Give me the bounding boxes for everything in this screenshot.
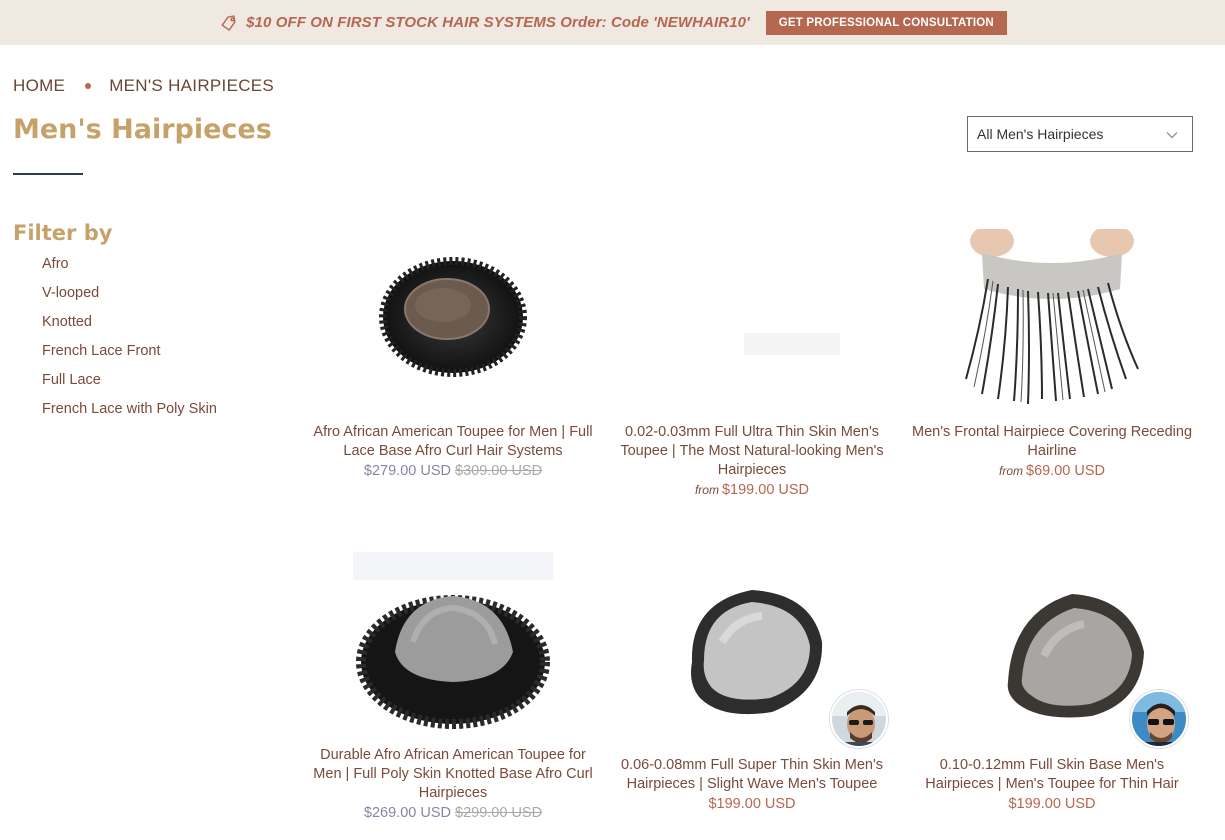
price: $69.00 USD — [1026, 463, 1105, 479]
collection-select-value: All Men's Hairpieces — [977, 126, 1104, 142]
product-image[interactable] — [353, 552, 553, 742]
filter-item-afro[interactable]: Afro — [42, 255, 217, 284]
price-from-label: from — [999, 464, 1023, 478]
breadcrumb-separator — [85, 83, 92, 89]
product-price: $199.00 USD — [612, 794, 892, 814]
page-title: Men's Hairpieces — [13, 114, 272, 145]
breadcrumb-home-link[interactable]: HOME — [13, 76, 65, 96]
original-price: $309.00 USD — [455, 463, 543, 479]
product-card[interactable]: Men's Frontal Hairpiece Covering Recedin… — [912, 225, 1192, 481]
product-name[interactable]: Afro African American Toupee for Men | F… — [313, 423, 593, 461]
product-price: from $69.00 USD — [912, 461, 1192, 481]
chevron-down-icon — [1166, 128, 1178, 140]
product-image[interactable] — [952, 572, 1188, 748]
original-price: $299.00 USD — [455, 805, 543, 821]
filter-item-v-looped[interactable]: V-looped — [42, 284, 217, 313]
product-name[interactable]: Durable Afro African American Toupee for… — [313, 746, 593, 803]
price-from-label: from — [694, 483, 719, 497]
title-divider — [13, 173, 83, 175]
product-price: from $199.00 USD — [612, 480, 892, 500]
product-image[interactable] — [652, 572, 888, 748]
promo-bar: $10 OFF ON FIRST STOCK HAIR SYSTEMS Orde… — [0, 0, 1225, 45]
filter-item-french-lace-front[interactable]: French Lace Front — [42, 342, 217, 371]
product-price: $199.00 USD — [912, 794, 1192, 814]
product-name[interactable]: 0.02-0.03mm Full Ultra Thin Skin Men's T… — [612, 423, 892, 480]
product-card[interactable]: 0.06-0.08mm Full Super Thin Skin Men's H… — [612, 572, 892, 814]
product-image[interactable] — [952, 225, 1152, 419]
reviewer-avatar — [830, 690, 888, 748]
breadcrumb-current: MEN'S HAIRPIECES — [109, 76, 275, 95]
tag-icon — [218, 12, 240, 34]
filter-item-french-lace-poly-skin[interactable]: French Lace with Poly Skin — [42, 400, 217, 429]
product-image[interactable] — [353, 229, 553, 419]
product-card[interactable]: 0.02-0.03mm Full Ultra Thin Skin Men's T… — [612, 229, 892, 500]
product-card[interactable]: Afro African American Toupee for Men | F… — [313, 229, 593, 481]
sale-price: $279.00 USD — [363, 463, 451, 479]
filter-title: Filter by — [13, 221, 113, 245]
product-price: $269.00 USD $299.00 USD — [313, 803, 593, 823]
product-name[interactable]: Men's Frontal Hairpiece Covering Recedin… — [912, 423, 1192, 461]
product-card[interactable]: Durable Afro African American Toupee for… — [313, 552, 593, 823]
product-card[interactable]: 0.10-0.12mm Full Skin Base Men's Hairpie… — [912, 572, 1192, 814]
product-price: $279.00 USD $309.00 USD — [313, 461, 593, 481]
consultation-button[interactable]: GET PROFESSIONAL CONSULTATION — [765, 10, 1007, 35]
promo-content: $10 OFF ON FIRST STOCK HAIR SYSTEMS Orde… — [218, 10, 1007, 35]
sale-price: $269.00 USD — [363, 805, 451, 821]
breadcrumb: HOME MEN'S HAIRPIECES — [13, 76, 274, 96]
promo-text: $10 OFF ON FIRST STOCK HAIR SYSTEMS Orde… — [246, 14, 750, 31]
price: $199.00 USD — [1008, 796, 1096, 812]
product-name[interactable]: 0.06-0.08mm Full Super Thin Skin Men's H… — [612, 756, 892, 794]
filter-list: Afro V-looped Knotted French Lace Front … — [42, 255, 217, 429]
price: $199.00 USD — [708, 796, 796, 812]
product-image[interactable] — [652, 229, 852, 419]
product-name[interactable]: 0.10-0.12mm Full Skin Base Men's Hairpie… — [912, 756, 1192, 794]
filter-item-knotted[interactable]: Knotted — [42, 313, 217, 342]
price: $199.00 USD — [721, 482, 810, 498]
collection-select[interactable]: All Men's Hairpieces — [967, 116, 1193, 152]
filter-item-full-lace[interactable]: Full Lace — [42, 371, 217, 400]
reviewer-avatar — [1130, 690, 1188, 748]
